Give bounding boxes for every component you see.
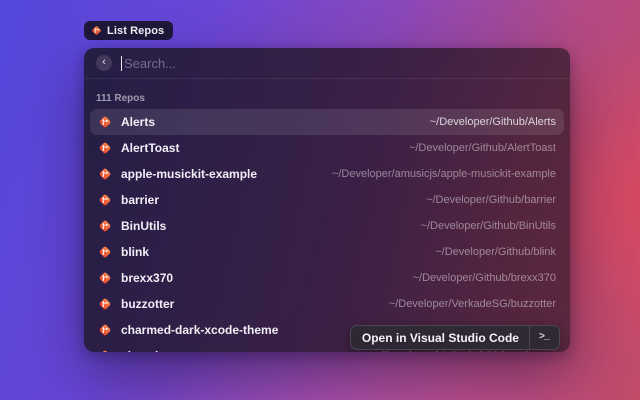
repo-list: Alerts ~/Developer/Github/Alerts AlertTo… [84, 109, 570, 352]
git-repo-icon [98, 167, 112, 181]
repo-row[interactable]: BinUtils ~/Developer/Github/BinUtils [90, 213, 564, 239]
git-repo-icon [98, 271, 112, 285]
repo-path: ~/Developer/Github/AlertToast [409, 142, 556, 154]
repo-name: chaseimport [121, 349, 192, 352]
repo-name: Alerts [121, 115, 155, 129]
repo-path: ~/Developer/Github/brexx370 [413, 272, 556, 284]
terminal-shortcut-icon: >_ [530, 332, 559, 343]
repo-name: buzzotter [121, 297, 174, 311]
open-in-vscode-tooltip[interactable]: Open in Visual Studio Code >_ [350, 325, 560, 350]
repo-row[interactable]: blink ~/Developer/Github/blink [90, 239, 564, 265]
git-repo-icon [98, 219, 112, 233]
repo-name: AlertToast [121, 141, 179, 155]
repo-row[interactable]: brexx370 ~/Developer/Github/brexx370 [90, 265, 564, 291]
repo-row[interactable]: apple-musickit-example ~/Developer/amusi… [90, 161, 564, 187]
repo-name: blink [121, 245, 149, 259]
repo-row[interactable]: Alerts ~/Developer/Github/Alerts [90, 109, 564, 135]
search-bar: ‹ [84, 48, 570, 79]
repo-path: ~/Developer/VerkadeSG/buzzotter [389, 298, 556, 310]
chevron-left-icon: ‹ [102, 57, 106, 68]
repo-path: ~/Developer/VerkadeSG/chaseimport [374, 350, 556, 352]
tooltip-label: Open in Visual Studio Code [362, 331, 529, 345]
repo-path: ~/Developer/amusicjs/apple-musickit-exam… [332, 168, 556, 180]
repo-row[interactable]: buzzotter ~/Developer/VerkadeSG/buzzotte… [90, 291, 564, 317]
raycast-window: ‹ 111 Repos Alerts ~/Developer/Github/Al… [84, 48, 570, 352]
repo-name: charmed-dark-xcode-theme [121, 323, 278, 337]
repo-path: ~/Developer/Github/barrier [426, 194, 556, 206]
repo-path: ~/Developer/Github/blink [435, 246, 556, 258]
text-caret [121, 56, 122, 71]
git-repo-icon [98, 245, 112, 259]
git-repo-icon [98, 115, 112, 129]
git-repo-icon [98, 349, 112, 352]
search-input[interactable] [124, 56, 558, 71]
pill-label: List Repos [107, 25, 164, 37]
repo-row[interactable]: barrier ~/Developer/Github/barrier [90, 187, 564, 213]
git-repo-icon [98, 297, 112, 311]
repo-name: barrier [121, 193, 159, 207]
repo-path: ~/Developer/Github/BinUtils [421, 220, 556, 232]
repo-row[interactable]: AlertToast ~/Developer/Github/AlertToast [90, 135, 564, 161]
repo-name: apple-musickit-example [121, 167, 257, 181]
repo-path: ~/Developer/Github/Alerts [430, 116, 556, 128]
git-repo-icon [91, 25, 102, 36]
git-repo-icon [98, 193, 112, 207]
list-repos-pill[interactable]: List Repos [84, 21, 173, 40]
section-header: 111 Repos [96, 93, 558, 104]
desktop: { "pill": { "label": "List Repos" }, "wi… [0, 0, 640, 400]
git-repo-icon [98, 141, 112, 155]
repo-name: BinUtils [121, 219, 166, 233]
back-button[interactable]: ‹ [96, 55, 112, 71]
repo-name: brexx370 [121, 271, 173, 285]
git-repo-icon [98, 323, 112, 337]
